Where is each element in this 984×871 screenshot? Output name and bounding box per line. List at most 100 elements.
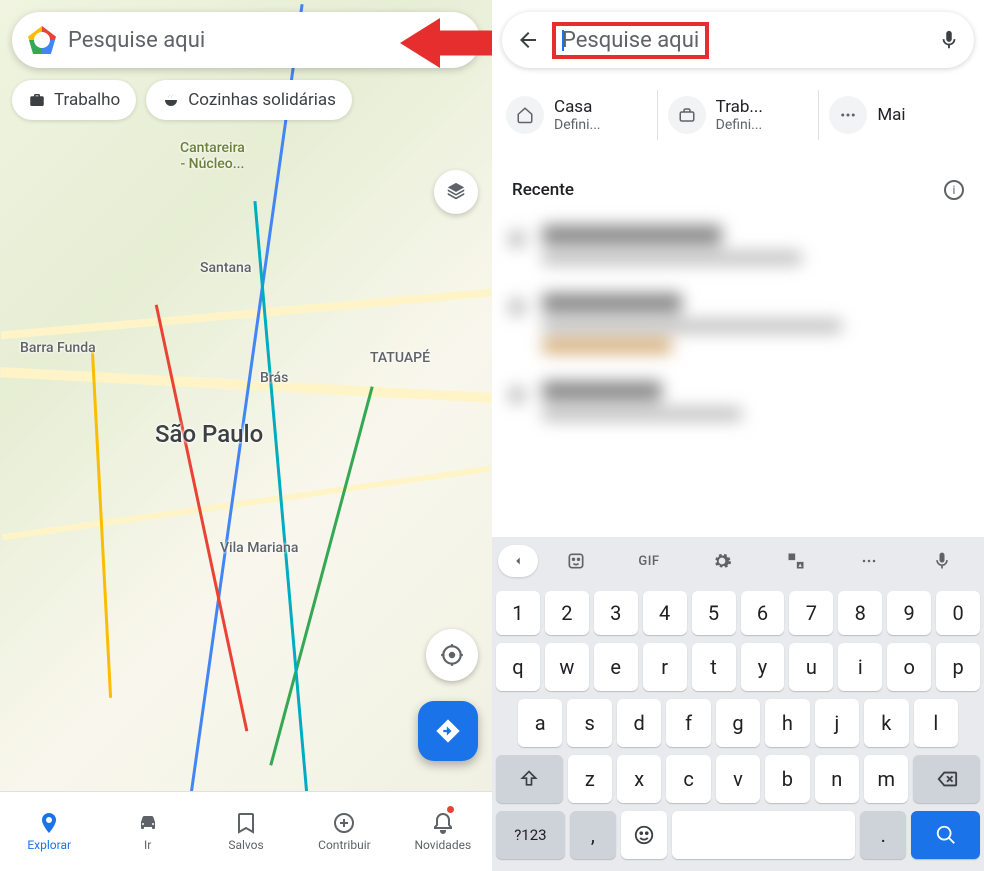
- nav-novidades[interactable]: Novidades: [394, 792, 492, 871]
- category-chips-row: Trabalho Cozinhas solidárias: [12, 80, 492, 120]
- kb-gif-button[interactable]: GIF: [613, 537, 684, 585]
- back-button[interactable]: [516, 28, 540, 52]
- key-u[interactable]: u: [789, 643, 833, 691]
- key-space[interactable]: [672, 811, 856, 859]
- key-b[interactable]: b: [765, 755, 809, 803]
- key-1[interactable]: 1: [496, 591, 540, 635]
- key-y[interactable]: y: [741, 643, 785, 691]
- info-button[interactable]: i: [944, 180, 964, 200]
- key-g[interactable]: g: [716, 699, 760, 747]
- map-label-cantareira[interactable]: Cantareira - Núcleo...: [180, 140, 245, 172]
- map-label-santana[interactable]: Santana: [200, 260, 251, 276]
- map-label-tatuape[interactable]: TATUAPÉ: [370, 350, 430, 366]
- key-enter[interactable]: [911, 811, 980, 859]
- kb-voice-button[interactable]: [907, 537, 978, 585]
- shortcut-trabalho[interactable]: Trab... Defini...: [658, 90, 820, 140]
- kb-collapse-button[interactable]: [498, 545, 538, 577]
- key-z[interactable]: z: [568, 755, 612, 803]
- bookmark-icon: [234, 811, 258, 835]
- more-icon: [859, 551, 879, 571]
- key-q[interactable]: q: [496, 643, 540, 691]
- chip-cozinhas-solidarias[interactable]: Cozinhas solidárias: [146, 80, 352, 120]
- layers-icon: [445, 181, 467, 203]
- shortcut-mais[interactable]: Mai: [819, 90, 980, 140]
- key-c[interactable]: c: [666, 755, 710, 803]
- key-p[interactable]: p: [936, 643, 980, 691]
- key-9[interactable]: 9: [887, 591, 931, 635]
- nav-label: Explorar: [27, 838, 71, 852]
- kb-sticker-button[interactable]: [540, 537, 611, 585]
- key-h[interactable]: h: [765, 699, 809, 747]
- kb-more-button[interactable]: [833, 537, 904, 585]
- briefcase-icon: [668, 96, 706, 134]
- my-location-button[interactable]: [426, 629, 478, 681]
- plus-circle-icon: [332, 811, 356, 835]
- shortcuts-row: Casa Defini... Trab... Defini... Mai: [492, 90, 984, 140]
- key-4[interactable]: 4: [643, 591, 687, 635]
- key-0[interactable]: 0: [936, 591, 980, 635]
- key-8[interactable]: 8: [838, 591, 882, 635]
- key-w[interactable]: w: [545, 643, 589, 691]
- key-o[interactable]: o: [887, 643, 931, 691]
- key-n[interactable]: n: [815, 755, 859, 803]
- recent-item[interactable]: [508, 381, 968, 421]
- text-cursor-icon: [562, 30, 564, 51]
- arrow-left-icon: [516, 28, 540, 52]
- nav-label: Novidades: [414, 838, 471, 852]
- shortcut-casa[interactable]: Casa Defini...: [496, 90, 658, 140]
- key-6[interactable]: 6: [741, 591, 785, 635]
- key-e[interactable]: e: [594, 643, 638, 691]
- kb-translate-button[interactable]: [760, 537, 831, 585]
- shortcut-title: Trab...: [716, 97, 763, 117]
- nav-contribuir[interactable]: Contribuir: [295, 792, 393, 871]
- key-backspace[interactable]: [913, 755, 980, 803]
- nav-salvos[interactable]: Salvos: [197, 792, 295, 871]
- key-l[interactable]: l: [914, 699, 958, 747]
- key-7[interactable]: 7: [789, 591, 833, 635]
- key-r[interactable]: r: [643, 643, 687, 691]
- key-x[interactable]: x: [617, 755, 661, 803]
- key-m[interactable]: m: [864, 755, 908, 803]
- search-bar-active: Pesquise aqui: [502, 12, 974, 68]
- key-s[interactable]: s: [567, 699, 611, 747]
- key-comma[interactable]: ,: [570, 811, 616, 859]
- recent-item[interactable]: [508, 293, 968, 353]
- key-f[interactable]: f: [666, 699, 710, 747]
- map-label-bras[interactable]: Brás: [260, 370, 288, 386]
- key-5[interactable]: 5: [692, 591, 736, 635]
- kb-settings-button[interactable]: [687, 537, 758, 585]
- key-period[interactable]: .: [860, 811, 906, 859]
- kb-row-asdf: a s d f g h j k l: [496, 699, 980, 747]
- map-label-sao-paulo[interactable]: São Paulo: [155, 420, 263, 448]
- nav-explorar[interactable]: Explorar: [0, 792, 98, 871]
- key-shift[interactable]: [496, 755, 563, 803]
- nav-ir[interactable]: Ir: [98, 792, 196, 871]
- key-d[interactable]: d: [617, 699, 661, 747]
- keyboard-toolbar: GIF: [492, 537, 984, 585]
- search-input[interactable]: Pesquise aqui: [552, 22, 709, 59]
- google-maps-logo-icon: [28, 26, 56, 54]
- key-j[interactable]: j: [815, 699, 859, 747]
- map-label-vila-mariana[interactable]: Vila Mariana: [220, 540, 298, 556]
- soup-icon: [162, 91, 180, 109]
- map-label-barra-funda[interactable]: Barra Funda: [20, 340, 96, 356]
- key-symbols[interactable]: ?123: [496, 811, 565, 859]
- key-i[interactable]: i: [838, 643, 882, 691]
- search-placeholder: Pesquise aqui: [68, 28, 464, 53]
- chip-label: Trabalho: [54, 90, 120, 110]
- key-k[interactable]: k: [864, 699, 908, 747]
- key-2[interactable]: 2: [545, 591, 589, 635]
- voice-search-button[interactable]: [938, 29, 960, 51]
- key-a[interactable]: a: [518, 699, 562, 747]
- key-3[interactable]: 3: [594, 591, 638, 635]
- key-t[interactable]: t: [692, 643, 736, 691]
- key-v[interactable]: v: [716, 755, 760, 803]
- layers-button[interactable]: [434, 170, 478, 214]
- virtual-keyboard: GIF 1 2 3 4 5 6 7 8 9 0 q w e: [492, 537, 984, 871]
- directions-fab[interactable]: [418, 701, 478, 761]
- maps-home-screen: Cantareira - Núcleo... Santana Barra Fun…: [0, 0, 492, 871]
- pin-icon: [37, 811, 61, 835]
- chip-trabalho[interactable]: Trabalho: [12, 80, 136, 120]
- key-emoji[interactable]: [621, 811, 667, 859]
- recent-item[interactable]: [508, 225, 968, 265]
